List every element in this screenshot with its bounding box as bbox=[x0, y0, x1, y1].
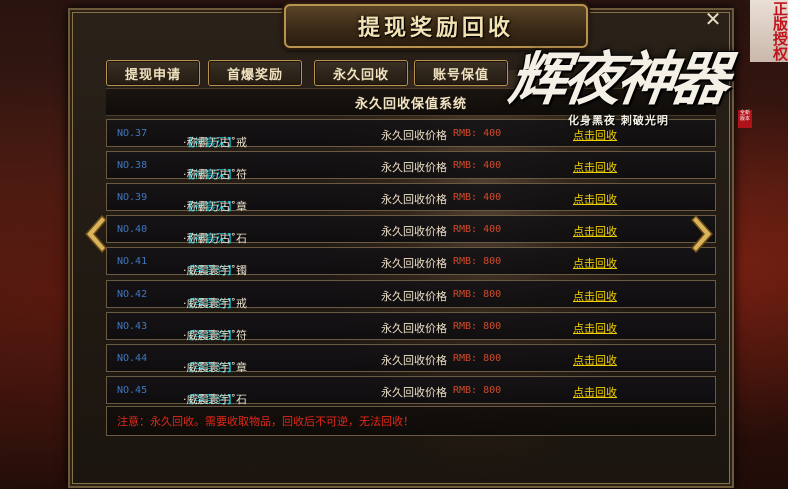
item-title: ·威震寰宇˚章 bbox=[183, 360, 247, 374]
price-label: 永久回收价格 bbox=[381, 129, 447, 142]
item-title: ·威震寰宇˚镯 bbox=[183, 264, 247, 278]
recycle-button[interactable]: 点击回收 bbox=[573, 288, 617, 304]
item-number: NO.45 bbox=[117, 384, 148, 396]
chevron-left-icon[interactable] bbox=[82, 214, 108, 254]
price-value: RMB: 800 bbox=[453, 352, 502, 364]
price-label: 永久回收价格 bbox=[381, 321, 447, 335]
item-title: ·称霸万古˚章 bbox=[183, 200, 247, 214]
item-title: ·威震寰宇˚符 bbox=[183, 328, 247, 342]
table-row: NO.42 【圣昆仑】 ·威震寰宇˚戒 永久回收价格 RMB: 800 点击回收 bbox=[106, 279, 716, 310]
price-value: RMB: 800 bbox=[453, 384, 502, 396]
price-value: RMB: 800 bbox=[453, 320, 502, 332]
table-row: NO.41 【圣昆仑】 ·威震寰宇˚镯 永久回收价格 RMB: 800 点击回收 bbox=[106, 247, 716, 278]
tab-first-drop-reward[interactable]: 首爆奖励 bbox=[208, 60, 302, 86]
price-value: RMB: 400 bbox=[453, 160, 502, 172]
recycle-button[interactable]: 点击回收 bbox=[573, 384, 617, 400]
table-row: NO.44 【圣昆仑】 ·威震寰宇˚章 永久回收价格 RMB: 800 点击回收 bbox=[106, 343, 716, 374]
price-label: 永久回收价格 bbox=[381, 193, 447, 207]
recycle-button[interactable]: 点击回收 bbox=[573, 255, 617, 271]
price-label: 永久回收价格 bbox=[381, 289, 447, 303]
logo-subtitle: 化身黑夜 刺破光明 bbox=[568, 114, 669, 127]
game-scene: 正版授权 提现奖励回收 ✕ 提现申请 首爆奖励 永久回收 账号保值 永久回收保值… bbox=[0, 0, 788, 489]
table-row: NO.38 【神宸灭】 ·称霸万古˚符 永久回收价格 RMB: 400 点击回收 bbox=[106, 151, 716, 182]
price-label: 永久回收价格 bbox=[381, 257, 447, 271]
item-number: NO.44 bbox=[117, 352, 148, 364]
price-value: RMB: 800 bbox=[453, 256, 502, 268]
tab-account-value[interactable]: 账号保值 bbox=[414, 60, 508, 86]
tab-withdraw-apply[interactable]: 提现申请 bbox=[106, 60, 200, 86]
item-number: NO.37 bbox=[117, 128, 148, 139]
item-title: ·称霸万古˚戒 bbox=[183, 136, 247, 149]
item-number: NO.42 bbox=[117, 288, 148, 300]
notice-text: 注意：永久回收。需要收取物品，回收后不可逆，无法回收！ bbox=[106, 406, 716, 436]
price-label: 永久回收价格 bbox=[381, 385, 447, 399]
tab-permanent-recycle[interactable]: 永久回收 bbox=[314, 60, 408, 86]
table-row: NO.39 【神宸灭】 ·称霸万古˚章 永久回收价格 RMB: 400 点击回收 bbox=[106, 183, 716, 214]
item-number: NO.38 bbox=[117, 160, 148, 172]
recycle-button[interactable]: 点击回收 bbox=[573, 320, 617, 336]
table-row: NO.43 【圣昆仑】 ·威震寰宇˚符 永久回收价格 RMB: 800 点击回收 bbox=[106, 311, 716, 342]
table-row: NO.40 【神宸灭】 ·称霸万古˚石 永久回收价格 RMB: 400 点击回收 bbox=[106, 215, 716, 246]
recycle-button[interactable]: 点击回收 bbox=[573, 191, 617, 207]
price-label: 永久回收价格 bbox=[381, 353, 447, 367]
item-number: NO.43 bbox=[117, 320, 148, 332]
logo-stamp: 全新版本 bbox=[738, 110, 752, 128]
item-number: NO.40 bbox=[117, 224, 148, 236]
item-number: NO.39 bbox=[117, 192, 148, 204]
price-value: RMB: 400 bbox=[453, 128, 502, 139]
price-label: 永久回收价格 bbox=[381, 225, 447, 239]
item-title: ·威震寰宇˚石 bbox=[183, 392, 247, 406]
logo-title: 辉夜神器 bbox=[504, 45, 731, 113]
price-value: RMB: 400 bbox=[453, 224, 502, 236]
recycle-button[interactable]: 点击回收 bbox=[573, 352, 617, 368]
recycle-button[interactable]: 点击回收 bbox=[573, 223, 617, 239]
item-title: ·称霸万古˚石 bbox=[183, 232, 247, 246]
game-logo: 辉夜神器 化身黑夜 刺破光明 全新版本 bbox=[505, 14, 780, 134]
recycle-button[interactable]: 点击回收 bbox=[573, 159, 617, 175]
chevron-right-icon[interactable] bbox=[690, 214, 716, 254]
table-row: NO.45 【圣昆仑】 ·威震寰宇˚石 永久回收价格 RMB: 800 点击回收 bbox=[106, 375, 716, 406]
item-title: ·威震寰宇˚戒 bbox=[183, 296, 247, 310]
window-title: 提现奖励回收 bbox=[357, 16, 514, 41]
item-title: ·称霸万古˚符 bbox=[183, 168, 247, 182]
item-number: NO.41 bbox=[117, 256, 148, 268]
price-value: RMB: 400 bbox=[453, 192, 502, 204]
price-label: 永久回收价格 bbox=[381, 161, 447, 175]
price-value: RMB: 800 bbox=[453, 288, 502, 300]
